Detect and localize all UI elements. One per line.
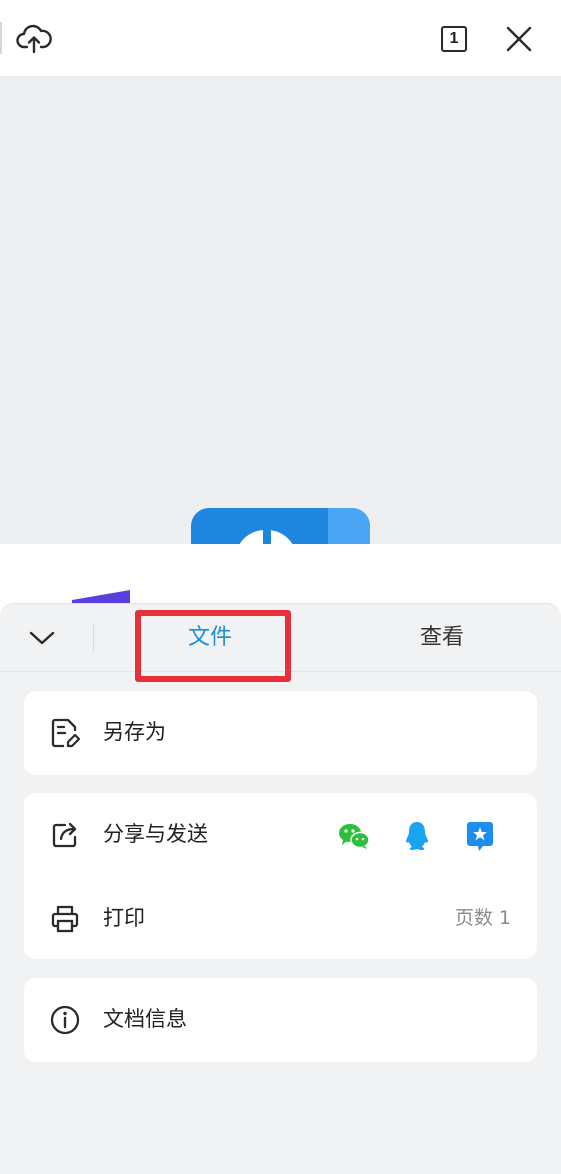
printer-icon <box>48 902 82 936</box>
page-count: 1 <box>441 26 467 52</box>
collapse-panel-button[interactable] <box>22 620 62 656</box>
share-print-card: 分享与发送 打印 页数 1 <box>24 793 537 959</box>
qq-icon[interactable] <box>400 819 434 853</box>
close-icon <box>506 26 532 52</box>
print-row[interactable]: 打印 页数 1 <box>24 877 537 959</box>
page-count-button[interactable]: 1 <box>436 22 472 56</box>
info-icon <box>48 1003 82 1037</box>
wechat-icon[interactable] <box>337 819 371 853</box>
tab-divider <box>93 624 94 652</box>
doc-info-label: 文档信息 <box>103 1007 187 1031</box>
save-as-icon <box>48 716 82 750</box>
cloud-upload-icon <box>16 24 52 54</box>
tab-bar: 文件 查看 <box>0 604 561 682</box>
doc-info-card: 文档信息 <box>24 978 537 1062</box>
share-label: 分享与发送 <box>103 822 208 846</box>
left-edge-handle <box>0 22 2 54</box>
top-toolbar: 1 <box>0 0 561 76</box>
save-as-row[interactable]: 另存为 <box>24 691 537 773</box>
file-menu-panel: 文件 查看 另存为 分享与发送 打印 页数 1 文档信息 <box>0 603 561 1174</box>
document-preview <box>0 76 561 544</box>
close-button[interactable] <box>500 20 538 58</box>
save-as-label: 另存为 <box>103 720 166 744</box>
share-icon <box>48 818 82 852</box>
tim-icon[interactable] <box>463 819 497 853</box>
share-targets <box>337 819 497 853</box>
chevron-down-icon <box>29 631 55 645</box>
cloud-upload-button[interactable] <box>14 20 54 56</box>
save-as-card: 另存为 <box>24 691 537 775</box>
document-logo-image <box>191 508 370 544</box>
tab-view[interactable]: 查看 <box>372 621 512 655</box>
share-row[interactable]: 分享与发送 <box>24 793 537 875</box>
doc-info-row[interactable]: 文档信息 <box>24 978 537 1060</box>
page-count-value: 页数 1 <box>454 907 511 929</box>
print-label: 打印 <box>103 906 145 930</box>
highlight-annotation-box <box>135 610 291 682</box>
